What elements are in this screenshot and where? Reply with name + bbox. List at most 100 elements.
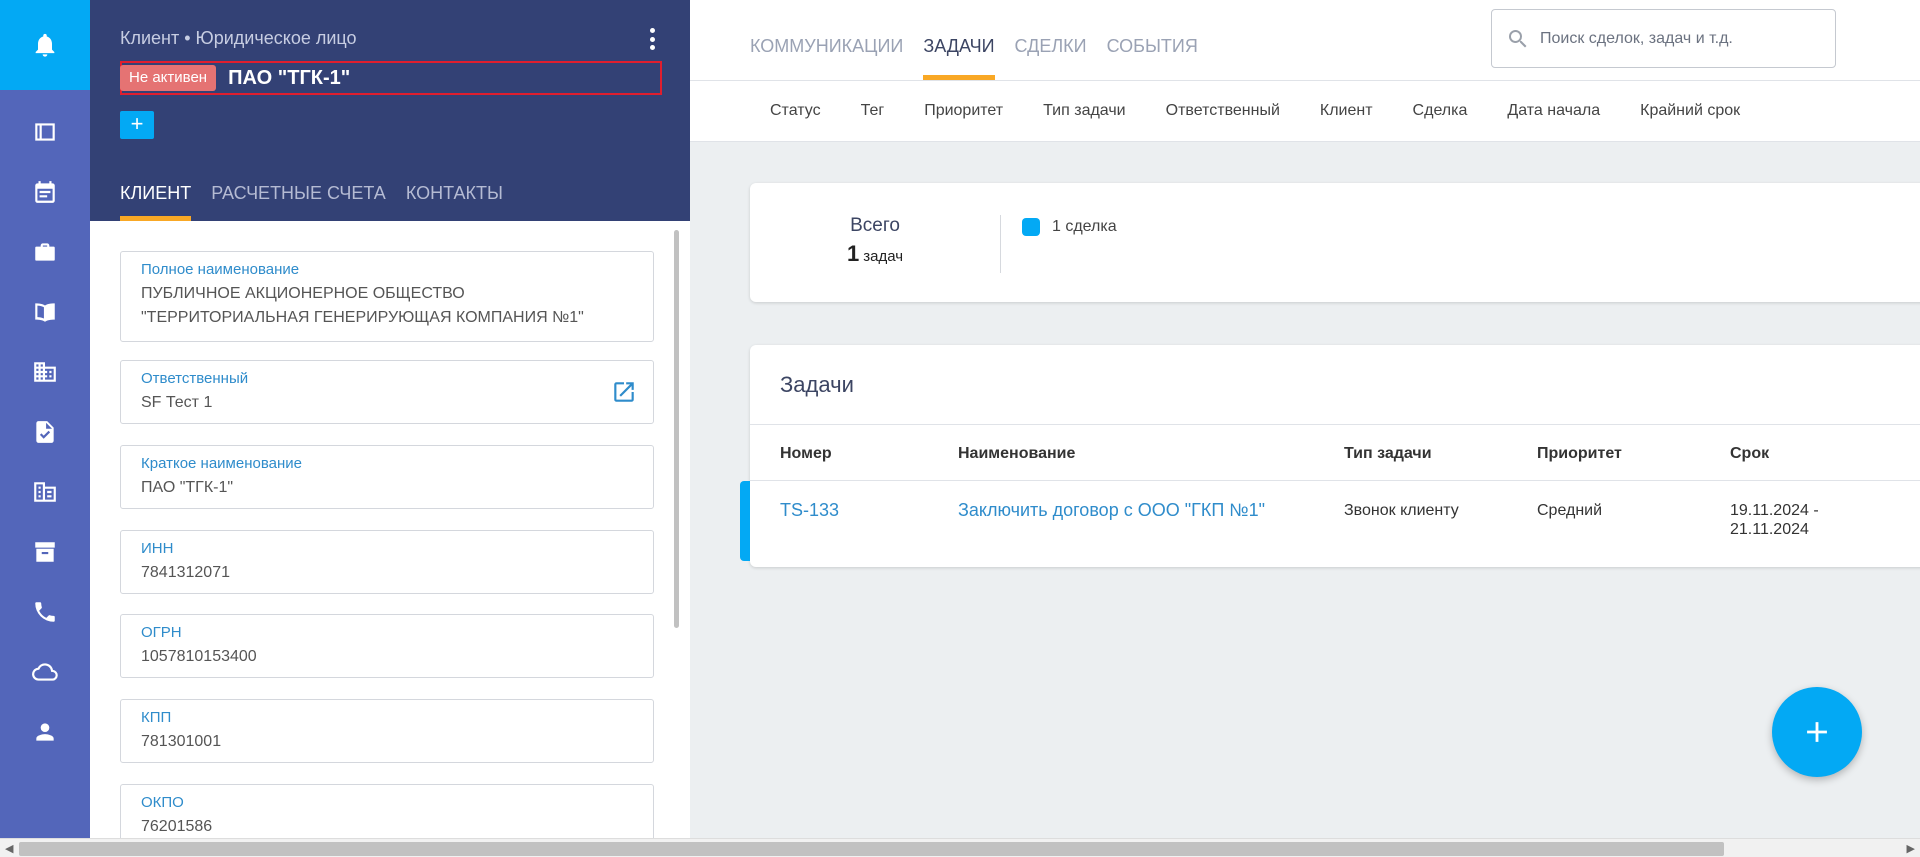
- scrollbar-thumb[interactable]: [19, 842, 1724, 856]
- task-due-to: 21.11.2024: [1730, 521, 1809, 538]
- client-header: Клиент • Юридическое лицо Не активен ПАО…: [90, 0, 690, 221]
- column-header-type[interactable]: Тип задачи: [1344, 445, 1432, 463]
- client-panel: Клиент • Юридическое лицо Не активен ПАО…: [90, 0, 690, 838]
- task-due: 19.11.2024 - 21.11.2024: [1730, 501, 1819, 539]
- field-kpp[interactable]: КПП 781301001: [120, 699, 654, 763]
- create-fab-button[interactable]: [1772, 687, 1862, 777]
- task-number-link[interactable]: TS-133: [780, 501, 839, 520]
- nav-item-calls[interactable]: [0, 582, 90, 642]
- field-label: ОГРН: [141, 624, 182, 641]
- total-label: Всего: [850, 215, 900, 236]
- total-count: 1: [846, 241, 860, 266]
- scroll-left-icon[interactable]: ◀: [5, 842, 13, 855]
- filter-bar: Статус Тег Приоритет Тип задачи Ответств…: [690, 80, 1920, 142]
- filter-priority[interactable]: Приоритет: [924, 102, 1003, 120]
- nav-item-cloud[interactable]: [0, 642, 90, 702]
- task-name-link[interactable]: Заключить договор с ООО "ГКП №1": [958, 501, 1265, 520]
- tab-events[interactable]: СОБЫТИЯ: [1107, 36, 1198, 80]
- search-input[interactable]: [1540, 29, 1820, 48]
- field-ogrn[interactable]: ОГРН 1057810153400: [120, 614, 654, 678]
- nav-rail: [0, 0, 90, 838]
- tab-communications[interactable]: КОММУНИКАЦИИ: [750, 36, 903, 80]
- column-header-name[interactable]: Наименование: [958, 445, 1075, 463]
- tasks-card: Задачи Номер Наименование Тип задачи При…: [740, 345, 1920, 567]
- nav-item-organizations[interactable]: [0, 342, 90, 402]
- app-window: Клиент • Юридическое лицо Не активен ПАО…: [0, 0, 1920, 857]
- nav-item-documents[interactable]: [0, 402, 90, 462]
- summary-card: Всего 1 задач 1 сделка: [750, 183, 1920, 302]
- nav-item-calendar[interactable]: [0, 162, 90, 222]
- company-icon: [34, 482, 56, 502]
- column-header-number[interactable]: Номер: [780, 445, 832, 463]
- filter-deadline[interactable]: Крайний срок: [1640, 102, 1740, 120]
- buildings-icon: [34, 362, 56, 382]
- field-label: Краткое наименование: [141, 455, 302, 472]
- field-value: 7841312071: [141, 564, 230, 581]
- field-value: 781301001: [141, 733, 222, 750]
- field-inn[interactable]: ИНН 7841312071: [120, 530, 654, 594]
- filter-task-type[interactable]: Тип задачи: [1043, 102, 1126, 120]
- nav-item-knowledge[interactable]: [0, 282, 90, 342]
- client-fields: Полное наименование ПУБЛИЧНОЕ АКЦИОНЕРНО…: [90, 221, 690, 838]
- field-value: 76201586: [141, 818, 213, 835]
- search-icon: [1509, 29, 1527, 47]
- legend-item[interactable]: 1 сделка: [1022, 218, 1117, 236]
- main-area: КОММУНИКАЦИИ ЗАДАЧИ СДЕЛКИ СОБЫТИЯ Стату…: [690, 0, 1920, 838]
- phone-icon: [35, 602, 55, 622]
- horizontal-scrollbar[interactable]: ◀ ▶: [0, 838, 1920, 857]
- tab-tasks[interactable]: ЗАДАЧИ: [923, 36, 995, 80]
- table-header: Номер Наименование Тип задачи Приоритет …: [750, 425, 1920, 481]
- tab-client[interactable]: КЛИЕНТ: [120, 181, 192, 221]
- legend-swatch: [1022, 218, 1040, 236]
- book-icon: [35, 303, 55, 322]
- field-label: ИНН: [141, 540, 174, 557]
- filter-tag[interactable]: Тег: [861, 102, 885, 120]
- filter-deal[interactable]: Сделка: [1413, 102, 1468, 120]
- nav-item-deals[interactable]: [0, 222, 90, 282]
- field-okpo[interactable]: ОКПО 76201586: [120, 784, 654, 838]
- nav-item-archive[interactable]: [0, 522, 90, 582]
- column-header-priority[interactable]: Приоритет: [1537, 445, 1622, 463]
- row-accent: [740, 481, 750, 561]
- filter-responsible[interactable]: Ответственный: [1166, 102, 1280, 120]
- archive-icon: [35, 542, 55, 562]
- field-short-name[interactable]: Краткое наименование ПАО "ТГК-1": [120, 445, 654, 509]
- client-tabs: КЛИЕНТ РАСЧЕТНЫЕ СЧЕТА КОНТАКТЫ: [120, 181, 523, 221]
- user-icon: [36, 723, 54, 741]
- filter-status[interactable]: Статус: [770, 102, 821, 120]
- nav-item-companies[interactable]: [0, 462, 90, 522]
- panel-scrollbar[interactable]: [674, 230, 679, 628]
- field-label: Полное наименование: [141, 261, 300, 278]
- filter-start-date[interactable]: Дата начала: [1507, 102, 1600, 120]
- tab-deals[interactable]: СДЕЛКИ: [1015, 36, 1087, 80]
- add-button[interactable]: +: [120, 111, 154, 139]
- filter-client[interactable]: Клиент: [1320, 102, 1373, 120]
- field-responsible[interactable]: Ответственный SF Тест 1: [120, 360, 654, 424]
- field-full-name[interactable]: Полное наименование ПУБЛИЧНОЕ АКЦИОНЕРНО…: [120, 251, 654, 342]
- client-title-box: Не активен ПАО "ТГК-1": [120, 61, 662, 95]
- scroll-right-icon[interactable]: ▶: [1907, 842, 1915, 855]
- field-label: ОКПО: [141, 794, 184, 811]
- main-tabs: КОММУНИКАЦИИ ЗАДАЧИ СДЕЛКИ СОБЫТИЯ: [750, 36, 1218, 80]
- nav-item-board[interactable]: [0, 102, 90, 162]
- top-bar: КОММУНИКАЦИИ ЗАДАЧИ СДЕЛКИ СОБЫТИЯ: [690, 0, 1920, 80]
- divider: [1000, 215, 1001, 273]
- tab-bank-accounts[interactable]: РАСЧЕТНЫЕ СЧЕТА: [211, 181, 386, 221]
- field-value: ПУБЛИЧНОЕ АКЦИОНЕРНОЕ ОБЩЕСТВО "ТЕРРИТОР…: [141, 285, 584, 326]
- task-due-from: 19.11.2024 -: [1730, 502, 1819, 519]
- total-block: Всего 1 задач: [750, 215, 1000, 267]
- more-menu-button[interactable]: [648, 28, 656, 50]
- task-priority: Средний: [1537, 502, 1603, 519]
- tab-contacts[interactable]: КОНТАКТЫ: [406, 181, 503, 221]
- notifications-button[interactable]: [0, 0, 90, 90]
- tasks-title: Задачи: [750, 345, 1920, 425]
- bell-icon: [35, 33, 55, 57]
- nav-item-profile[interactable]: [0, 702, 90, 762]
- kebab-icon: [649, 28, 655, 33]
- search-box[interactable]: [1491, 9, 1836, 68]
- status-badge: Не активен: [120, 65, 217, 91]
- table-row[interactable]: TS-133 Заключить договор с ООО "ГКП №1" …: [740, 481, 1920, 566]
- column-header-due[interactable]: Срок: [1730, 445, 1769, 463]
- calendar-icon: [35, 181, 55, 203]
- open-external-icon[interactable]: [611, 379, 637, 405]
